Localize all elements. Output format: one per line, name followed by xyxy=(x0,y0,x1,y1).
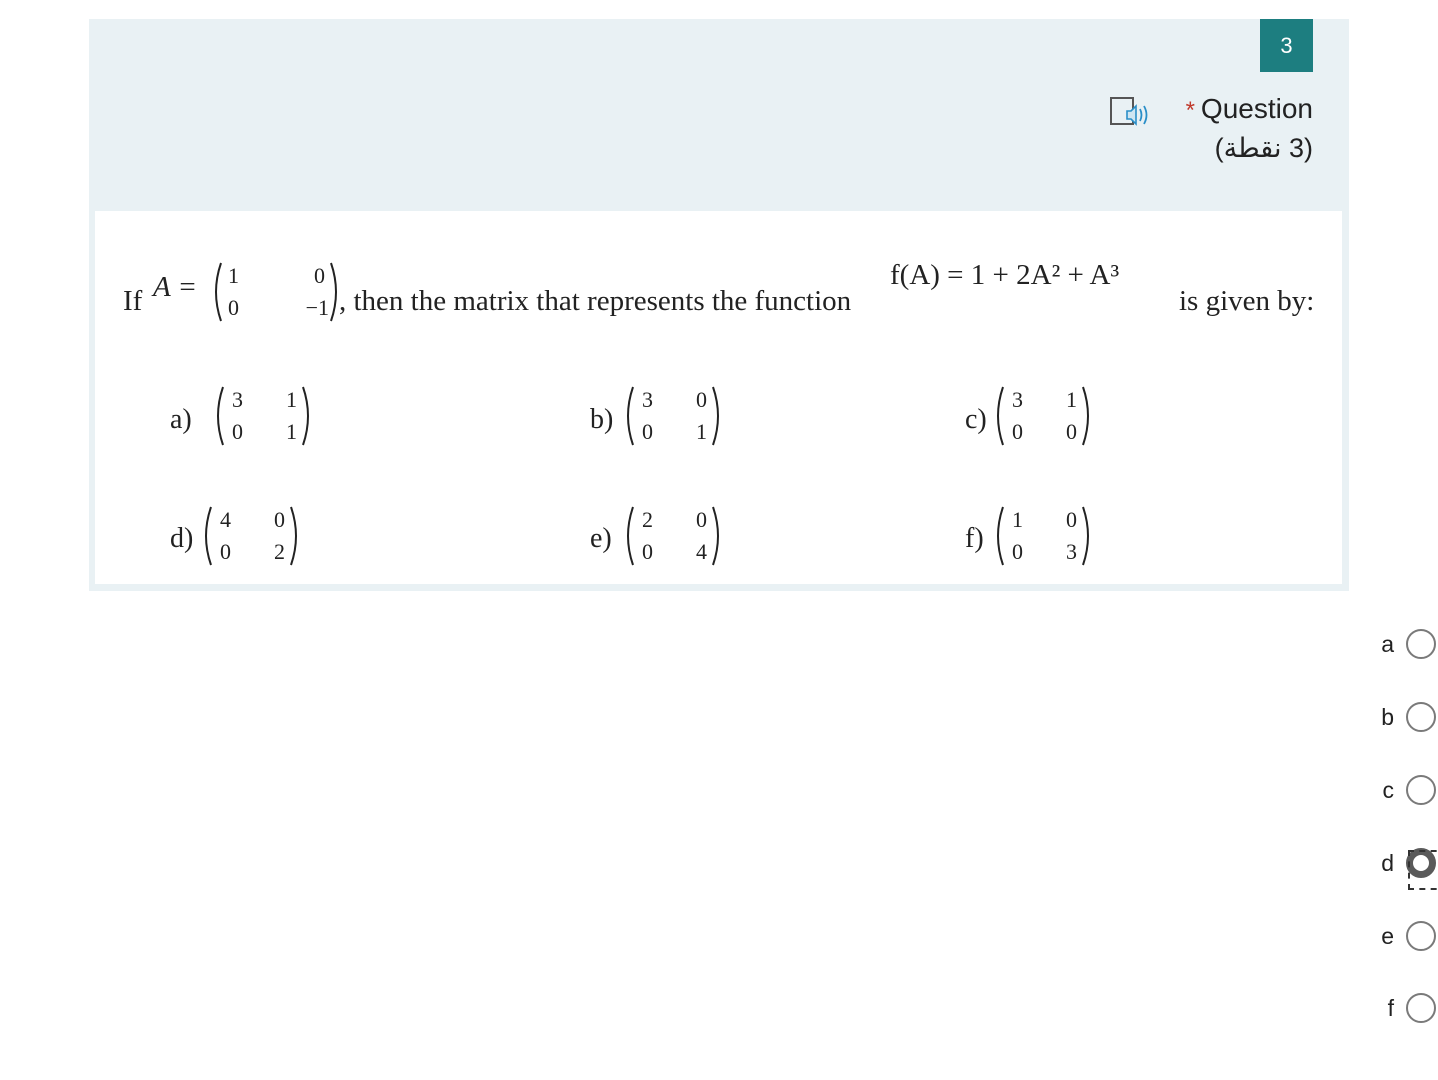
immersive-reader-icon[interactable] xyxy=(1109,95,1151,131)
option-matrix: 1 0 0 3 xyxy=(993,503,1093,569)
matrix-cell: 0 xyxy=(642,419,653,444)
matrix-cell: 0 xyxy=(696,387,707,412)
radio-button[interactable] xyxy=(1406,775,1436,805)
question-card: 3 * Question (3 نقطة) If A = 1 0 0 −1 , t… xyxy=(89,19,1349,591)
option-label: d) xyxy=(170,523,194,554)
stem-end-text: is given by: xyxy=(1179,285,1315,317)
option-matrix: 2 0 0 4 xyxy=(623,503,723,569)
choice-label: f xyxy=(1387,994,1394,1021)
radio-button[interactable] xyxy=(1406,629,1436,659)
matrix-A: 1 0 0 −1 xyxy=(211,259,341,325)
matrix-A-cell: 0 xyxy=(314,263,325,288)
matrix-cell: 0 xyxy=(274,507,285,532)
stem-if: If xyxy=(123,285,143,317)
matrix-cell: 3 xyxy=(232,387,243,412)
option-matrix: 4 0 0 2 xyxy=(201,503,301,569)
choice-b[interactable]: b xyxy=(1364,702,1436,732)
required-mark: * xyxy=(1185,97,1195,124)
matrix-cell: 3 xyxy=(1066,539,1077,564)
choice-d[interactable]: d xyxy=(1364,848,1438,890)
choice-label: a xyxy=(1381,630,1394,657)
option-label: c) xyxy=(965,404,987,435)
choice-label: e xyxy=(1381,922,1394,949)
matrix-cell: 2 xyxy=(642,507,653,532)
matrix-cell: 3 xyxy=(642,387,653,412)
option-label: e) xyxy=(590,523,612,554)
option-label: a) xyxy=(170,404,192,435)
matrix-cell: 1 xyxy=(1012,507,1023,532)
question-image: If A = 1 0 0 −1 , then the matrix that r… xyxy=(95,211,1342,584)
option-label: b) xyxy=(590,404,614,435)
matrix-cell: 0 xyxy=(696,507,707,532)
choice-f[interactable]: f xyxy=(1364,993,1436,1023)
radio-button[interactable] xyxy=(1406,993,1436,1023)
question-stem: If A = 1 0 0 −1 , then the matrix that r… xyxy=(123,259,1323,329)
matrix-cell: 4 xyxy=(220,507,231,532)
choice-c[interactable]: c xyxy=(1364,775,1436,805)
option-matrix: 3 1 0 1 xyxy=(213,383,313,449)
matrix-cell: 0 xyxy=(232,419,243,444)
option-matrix: 3 1 0 0 xyxy=(993,383,1093,449)
option-matrix: 3 0 0 1 xyxy=(623,383,723,449)
question-title: * Question xyxy=(1186,93,1313,125)
stem-a-eq: A = xyxy=(153,271,198,303)
question-title-text: Question xyxy=(1200,93,1313,124)
radio-button-selected[interactable] xyxy=(1406,848,1438,890)
choice-label: c xyxy=(1382,776,1395,803)
question-number-badge: 3 xyxy=(1260,19,1313,72)
choice-a[interactable]: a xyxy=(1364,629,1436,659)
radio-button[interactable] xyxy=(1406,921,1436,951)
focus-outline xyxy=(1408,850,1438,890)
matrix-cell: 3 xyxy=(1012,387,1023,412)
radio-button[interactable] xyxy=(1406,702,1436,732)
matrix-cell: 0 xyxy=(220,539,231,564)
stem-function: f(A) = 1 + 2A² + A³ xyxy=(890,259,1120,291)
matrix-cell: 1 xyxy=(696,419,707,444)
matrix-A-cell: 0 xyxy=(228,295,239,320)
matrix-cell: 1 xyxy=(1066,387,1077,412)
matrix-A-cell: 1 xyxy=(228,263,239,288)
matrix-cell: 0 xyxy=(1066,507,1077,532)
matrix-cell: 1 xyxy=(286,419,297,444)
choice-label: d xyxy=(1381,849,1394,876)
matrix-cell: 0 xyxy=(642,539,653,564)
matrix-cell: 0 xyxy=(1012,539,1023,564)
matrix-cell: 1 xyxy=(286,387,297,412)
matrix-cell: 2 xyxy=(274,539,285,564)
choice-label: b xyxy=(1381,703,1394,730)
matrix-A-cell: −1 xyxy=(305,295,329,320)
matrix-cell: 0 xyxy=(1012,419,1023,444)
matrix-cell: 4 xyxy=(696,539,707,564)
option-label: f) xyxy=(965,523,984,554)
stem-mid-text: , then the matrix that represents the fu… xyxy=(339,285,852,317)
matrix-cell: 0 xyxy=(1066,419,1077,444)
choice-e[interactable]: e xyxy=(1364,921,1436,951)
question-points: (3 نقطة) xyxy=(1214,133,1313,163)
